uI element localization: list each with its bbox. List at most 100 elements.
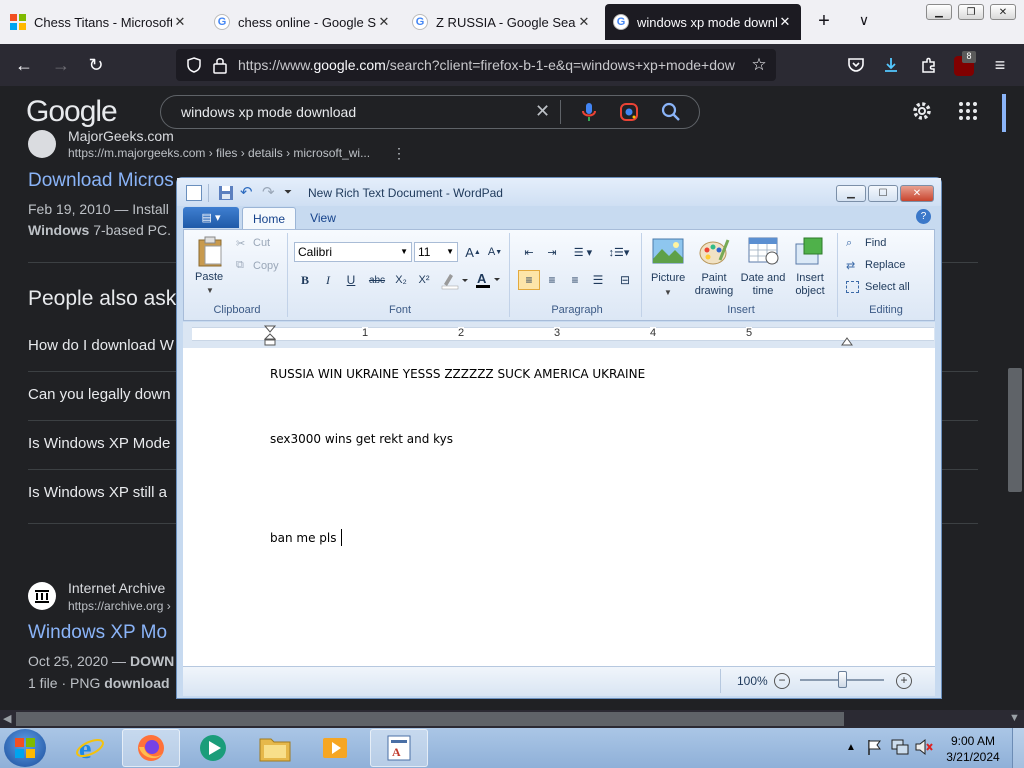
shrink-font-icon[interactable]: A ▼ <box>484 242 506 262</box>
zoom-slider-thumb[interactable] <box>838 671 847 688</box>
paste-button[interactable]: Paste <box>195 271 223 283</box>
action-center-flag-icon[interactable] <box>866 738 884 756</box>
ribbon-tab-home[interactable]: Home <box>242 207 296 230</box>
undo-icon[interactable]: ↶ <box>240 185 256 201</box>
result-url[interactable]: https://archive.org › <box>68 599 171 613</box>
replace-button[interactable]: Replace <box>865 259 905 271</box>
document-line[interactable]: RUSSIA WIN UKRAINE YESSS ZZZZZZ SUCK AME… <box>270 367 645 381</box>
firefox-icon[interactable] <box>133 730 169 766</box>
volume-muted-icon[interactable] <box>914 738 934 756</box>
align-center-icon[interactable]: ≡ <box>541 270 563 290</box>
customize-qat-icon[interactable]: ⏷ <box>284 187 292 198</box>
document-line[interactable]: ban me pls <box>270 531 336 545</box>
clear-search-icon[interactable]: ✕ <box>535 101 550 122</box>
close-tab-icon[interactable]: ✕ <box>576 14 592 30</box>
back-arrow-icon[interactable]: ← <box>13 54 35 76</box>
paste-dropdown-icon[interactable]: ▼ <box>206 286 214 295</box>
justify-icon[interactable]: ☰ <box>587 270 609 290</box>
paint-drawing-button[interactable]: Paint drawing <box>692 272 736 298</box>
result-title-link[interactable]: Download Micros <box>28 170 174 192</box>
tab-chess-online[interactable]: G chess online - Google Searc ✕ <box>206 4 400 40</box>
url-text[interactable]: https://www.google.com/search?client=fir… <box>238 57 746 73</box>
select-all-button[interactable]: Select all <box>865 281 910 293</box>
underline-button[interactable]: U <box>340 270 362 290</box>
redo-icon[interactable]: ↷ <box>262 185 278 201</box>
wordpad-minimize-button[interactable]: ▁ <box>836 185 866 202</box>
insert-object-button[interactable]: Insert object <box>790 272 830 298</box>
decrease-indent-icon[interactable]: ⇤ <box>518 242 540 262</box>
microphone-icon[interactable] <box>580 101 598 123</box>
list-all-tabs-button[interactable]: ∨ <box>854 12 874 32</box>
insert-picture-button[interactable]: Picture <box>651 272 685 284</box>
forward-arrow-icon[interactable]: → <box>50 54 72 76</box>
paa-question[interactable]: How do I download W <box>28 337 176 354</box>
more-options-icon[interactable]: ⋮ <box>392 145 406 162</box>
close-button[interactable]: ✕ <box>990 4 1016 20</box>
network-icon[interactable] <box>890 738 910 756</box>
document-line[interactable]: sex3000 wins get rekt and kys <box>270 432 453 446</box>
downloads-icon[interactable] <box>880 54 902 76</box>
save-icon[interactable] <box>218 185 234 201</box>
tab-z-russia[interactable]: G Z RUSSIA - Google Search ✕ <box>404 4 600 40</box>
paa-question[interactable]: Is Windows XP Mode <box>28 435 176 452</box>
new-tab-button[interactable]: + <box>813 10 835 32</box>
system-clock[interactable]: 9:00 AM 3/21/2024 <box>936 733 1010 765</box>
paint-palette-icon[interactable] <box>698 236 730 266</box>
right-indent-marker[interactable] <box>841 333 853 346</box>
strikethrough-button[interactable]: abc <box>363 270 391 290</box>
help-icon[interactable]: ? <box>916 209 931 224</box>
media-center-icon[interactable] <box>195 730 231 766</box>
copy-button[interactable]: Copy <box>253 260 279 272</box>
media-player-icon[interactable] <box>317 730 353 766</box>
show-desktop-button[interactable] <box>1012 728 1024 768</box>
settings-gear-icon[interactable] <box>910 99 934 123</box>
horizontal-scrollbar-thumb[interactable] <box>16 712 844 726</box>
bold-button[interactable]: B <box>294 270 316 290</box>
align-left-icon[interactable]: ≡ <box>518 270 540 290</box>
shield-icon[interactable] <box>185 56 203 74</box>
extensions-puzzle-icon[interactable] <box>918 54 940 76</box>
search-input[interactable]: windows xp mode download <box>181 104 356 120</box>
paste-icon[interactable] <box>197 236 225 268</box>
close-tab-icon[interactable]: ✕ <box>777 14 793 30</box>
align-right-icon[interactable]: ≡ <box>564 270 586 290</box>
windows-explorer-icon[interactable] <box>257 730 293 766</box>
picture-icon[interactable] <box>652 237 684 265</box>
font-family-select[interactable]: Calibri ▼ <box>294 242 412 262</box>
tab-windows-xp-mode[interactable]: G windows xp mode downlo ✕ <box>605 4 801 40</box>
ribbon-tab-view[interactable]: View <box>300 207 346 229</box>
wordpad-maximize-button[interactable]: ☐ <box>868 185 898 202</box>
increase-indent-icon[interactable]: ⇥ <box>541 242 563 262</box>
line-spacing-icon[interactable]: ↕☰▾ <box>602 242 636 262</box>
scroll-down-icon[interactable]: ▼ <box>1009 712 1020 724</box>
highlight-color-icon[interactable] <box>440 272 470 290</box>
scrollbar-thumb[interactable] <box>1008 368 1022 492</box>
close-tab-icon[interactable]: ✕ <box>376 14 392 30</box>
subscript-button[interactable]: X₂ <box>390 270 412 290</box>
lock-icon[interactable] <box>212 56 228 74</box>
minimize-button[interactable]: ▁ <box>926 4 952 20</box>
show-hidden-icons[interactable]: ▲ <box>846 742 856 753</box>
wordpad-menu-button[interactable]: ▤ ▾ <box>183 207 239 228</box>
restore-button[interactable]: ❐ <box>958 4 984 20</box>
font-size-select[interactable]: 11 ▼ <box>414 242 458 262</box>
zoom-in-icon[interactable]: + <box>896 673 912 689</box>
wordpad-close-button[interactable]: ✕ <box>900 185 934 202</box>
search-icon[interactable] <box>660 101 682 123</box>
bullets-list-icon[interactable]: ☰ ▾ <box>566 242 600 262</box>
insert-object-icon[interactable] <box>794 236 826 266</box>
hamburger-menu-icon[interactable]: ≡ <box>989 54 1011 76</box>
date-and-time-button[interactable]: Date and time <box>738 272 788 298</box>
zoom-out-icon[interactable]: − <box>774 673 790 689</box>
tab-chess-titans[interactable]: Chess Titans - Microsoft Co ✕ <box>2 4 196 40</box>
google-lens-icon[interactable] <box>619 102 639 122</box>
wordpad-app-icon[interactable] <box>186 185 202 201</box>
reload-icon[interactable]: ↻ <box>85 54 107 76</box>
scroll-left-icon[interactable]: ◀ <box>3 712 11 725</box>
google-apps-grid-icon[interactable] <box>958 101 978 121</box>
wordpad-icon[interactable]: A <box>381 730 417 766</box>
internet-explorer-icon[interactable]: e <box>72 730 108 766</box>
close-tab-icon[interactable]: ✕ <box>172 14 188 30</box>
text-color-icon[interactable]: A <box>474 270 504 290</box>
superscript-button[interactable]: X² <box>413 270 435 290</box>
